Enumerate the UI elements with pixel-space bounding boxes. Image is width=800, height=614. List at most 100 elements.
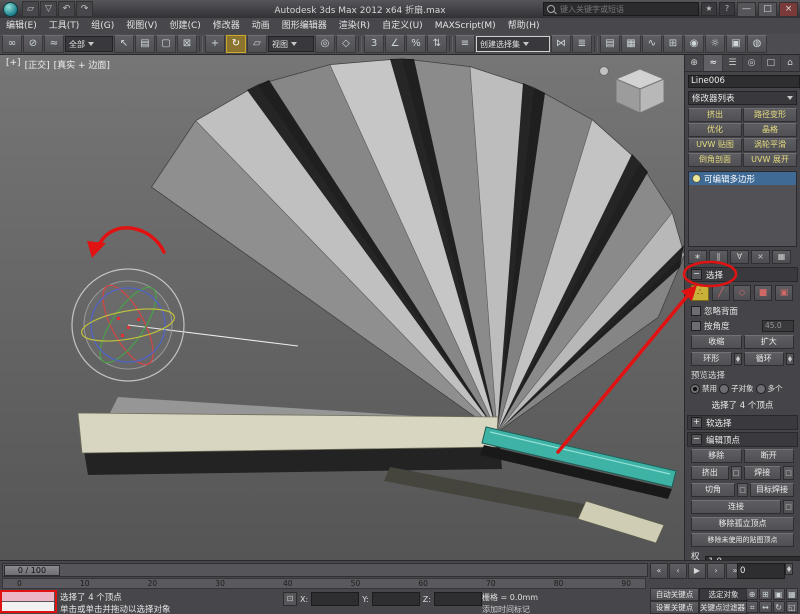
material-editor-icon[interactable]: ◉ [684,35,704,53]
save-file-icon[interactable]: ▽ [40,1,57,17]
soft-selection-rollout-header[interactable]: + 软选择 [687,415,798,430]
x-field[interactable] [311,592,360,606]
chamfer-button[interactable]: 切角 [691,483,735,497]
remove-button[interactable]: 移除 [691,449,742,463]
viewcube-home-icon[interactable] [599,66,609,76]
viewport-menu-general[interactable]: [+] [6,58,21,71]
play-icon[interactable]: ▶ [688,563,706,579]
render-setup-icon[interactable]: ☼ [705,35,725,53]
viewport-menu-pov[interactable]: [正交] [25,58,50,71]
target-weld-button[interactable]: 目标焊接 [750,483,794,497]
time-slider-track[interactable]: 0 / 100 [2,563,648,577]
remove-unused-map-verts-button[interactable]: 移除未使用的贴图顶点 [691,533,794,547]
menu-maxscript[interactable]: MAXScript(M) [429,18,502,34]
frame-spinner[interactable] [785,563,793,575]
make-unique-icon[interactable]: ∀ [730,250,749,264]
weld-settings-icon[interactable]: □ [783,466,794,480]
modifier-button-unwrap-uvw[interactable]: UVW 展开 [743,153,797,167]
loop-spinner[interactable] [786,353,794,365]
connect-button[interactable]: 连接 [691,500,781,514]
zoom-region-icon[interactable]: ⌗ [746,601,759,613]
angle-snap-icon[interactable]: ∠ [385,35,405,53]
select-and-rotate-icon[interactable]: ↻ [226,35,246,53]
auto-key-button[interactable]: 自动关键点 [650,588,699,601]
pin-stack-icon[interactable]: ∗ [688,250,707,264]
modifier-button-extrude[interactable]: 挤出 [688,108,742,122]
bind-to-space-warp-icon[interactable]: ≈ [44,35,64,53]
remove-modifier-icon[interactable]: × [751,250,770,264]
viewport-menu-shading[interactable]: [真实 + 边面] [54,58,110,71]
menu-group[interactable]: 组(G) [85,18,120,34]
add-time-tag[interactable]: 添加时间标记 [482,604,530,614]
by-angle-field[interactable]: 45.0 [762,320,794,332]
reference-coordinate-dropdown[interactable]: 视图 [268,36,314,52]
zoom-icon[interactable]: ⊕ [746,588,759,600]
border-icon[interactable]: ◇ [733,285,751,301]
select-and-scale-icon[interactable]: ▱ [247,35,267,53]
select-and-move-icon[interactable]: + [205,35,225,53]
grow-button[interactable]: 扩大 [743,335,794,349]
listener-line[interactable] [0,602,55,613]
open-file-icon[interactable]: ▱ [22,1,39,17]
modifier-button-path-deform[interactable]: 路径变形 [743,108,797,122]
ring-button[interactable]: 环形 [691,352,732,366]
mirror-icon[interactable]: ⋈ [551,35,571,53]
menu-animation[interactable]: 动画 [246,18,276,34]
select-by-name-icon[interactable]: ▤ [135,35,155,53]
schematic-view-icon[interactable]: ⊞ [663,35,683,53]
collapse-icon[interactable]: − [691,434,702,445]
preview-multi-radio[interactable] [755,383,766,394]
selected-filter-dropdown[interactable]: 选定对象 [699,588,748,601]
previous-frame-icon[interactable]: ‹ [669,563,687,579]
collapse-icon[interactable]: − [691,269,702,280]
maxscript-mini-listener[interactable] [0,591,55,613]
select-object-icon[interactable]: ↖ [114,35,134,53]
viewport-canvas[interactable]: [+] [正交] [真实 + 边面] [0,55,684,560]
graphite-ribbon-icon[interactable]: ▦ [621,35,641,53]
menu-customize[interactable]: 自定义(U) [376,18,429,34]
hierarchy-tab[interactable]: ☰ [723,55,743,71]
expand-icon[interactable]: + [691,417,702,428]
motion-tab[interactable]: ◎ [742,55,762,71]
preview-subobj-radio[interactable] [719,383,729,394]
by-angle-checkbox[interactable] [691,321,701,331]
favorites-icon[interactable]: ★ [701,2,717,16]
select-and-manipulate-icon[interactable]: ◇ [336,35,356,53]
show-end-result-icon[interactable]: ∥ [709,250,728,264]
menu-rendering[interactable]: 渲染(R) [333,18,376,34]
stack-item-editable-poly[interactable]: 可编辑多边形 [689,172,796,185]
modifier-list-dropdown[interactable]: 修改器列表 [688,91,797,105]
undo-icon[interactable]: ↶ [58,1,75,17]
menu-create[interactable]: 创建(C) [163,18,206,34]
connect-settings-icon[interactable]: □ [783,500,794,514]
zoom-extents-icon[interactable]: ▣ [772,588,785,600]
search-input[interactable] [558,3,695,15]
key-filters-button[interactable]: 关键点过滤器... [699,601,748,614]
curve-editor-icon[interactable]: ∿ [642,35,662,53]
shrink-button[interactable]: 收缩 [691,335,742,349]
close-button[interactable]: × [779,1,798,17]
spinner-snap-icon[interactable]: ⇅ [427,35,447,53]
rendered-frame-icon[interactable]: ▣ [726,35,746,53]
viewcube[interactable] [599,66,666,114]
app-logo-icon[interactable] [3,1,18,17]
selection-filter-dropdown[interactable]: 全部 [65,36,113,52]
modifier-button-bevel-profile[interactable]: 倒角剖面 [688,153,742,167]
y-field[interactable] [371,592,420,606]
extrude-button[interactable]: 挤出 [691,466,729,480]
infocenter-search[interactable] [543,2,699,16]
fan-model[interactable] [77,58,684,544]
configure-modifier-sets-icon[interactable]: ▦ [772,250,791,264]
set-key-button[interactable]: 设置关键点 [650,601,699,614]
display-tab[interactable]: □ [761,55,781,71]
orbit-icon[interactable]: ↻ [772,601,785,613]
maximize-button[interactable]: □ [758,1,777,17]
time-slider-handle[interactable]: 0 / 100 [4,565,60,576]
render-icon[interactable]: ◍ [747,35,767,53]
modifier-button-uvw-map[interactable]: UVW 贴图 [688,138,742,152]
selection-rollout-header[interactable]: − 选择 [687,267,798,282]
use-pivot-center-icon[interactable]: ◎ [315,35,335,53]
loop-button[interactable]: 循环 [743,352,784,366]
align-icon[interactable]: ≣ [572,35,592,53]
object-name-field[interactable] [688,74,800,88]
